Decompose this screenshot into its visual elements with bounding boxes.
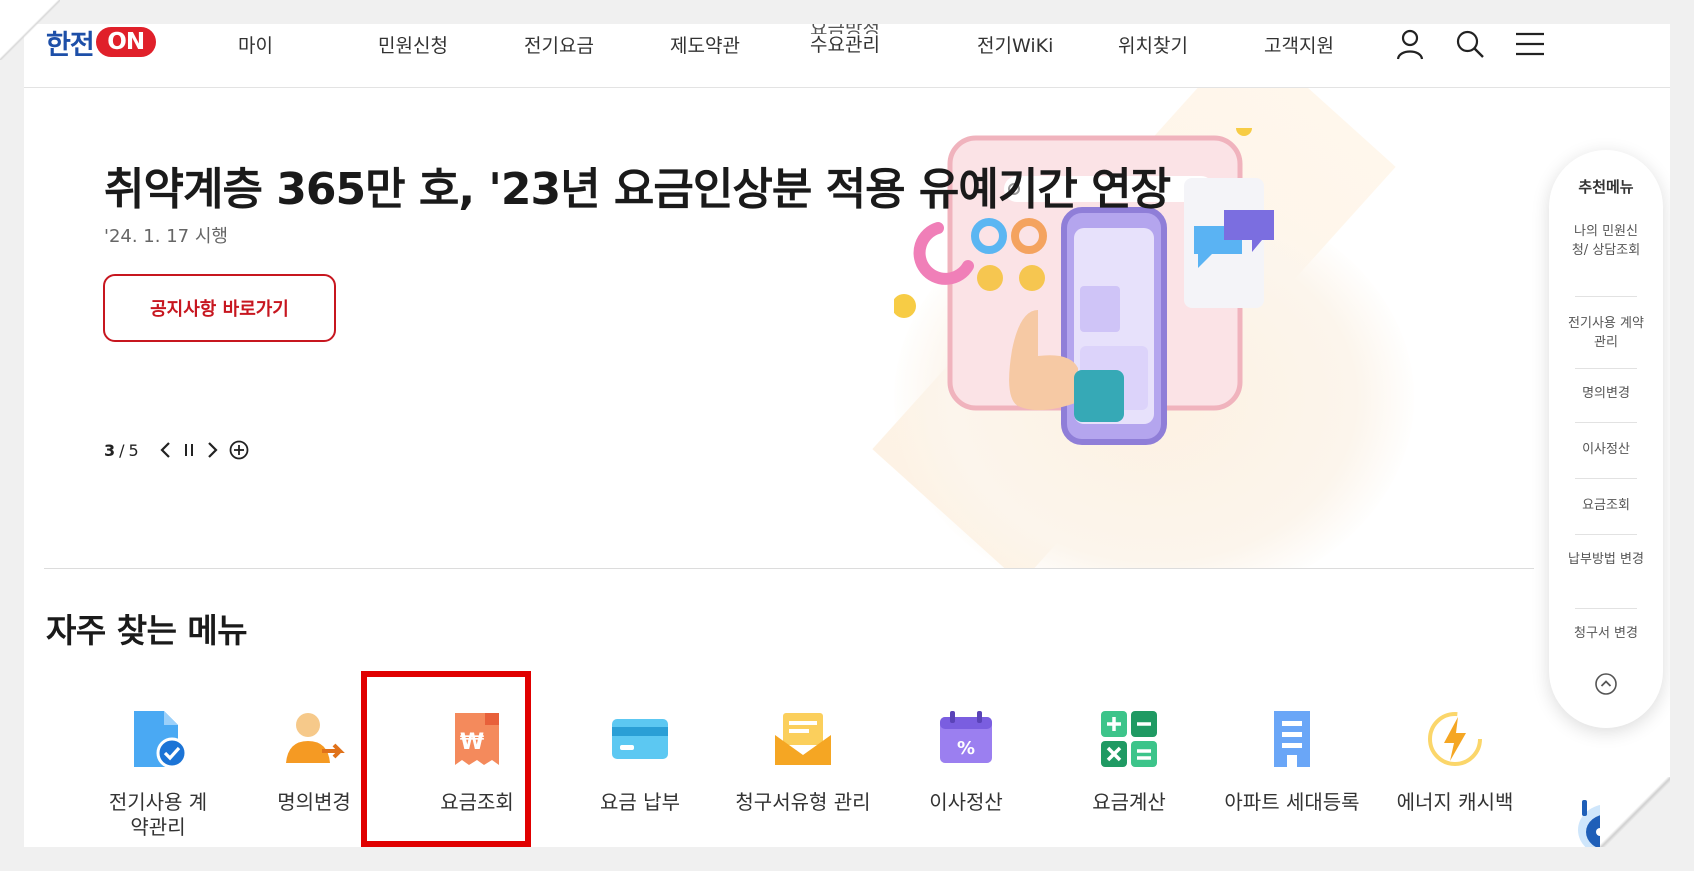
selection-highlight-box: [361, 671, 531, 847]
svg-text:%: %: [957, 738, 975, 759]
menu-bill-calculation[interactable]: 요금계산: [1049, 704, 1209, 815]
menu-label-text: 요금 납부: [600, 790, 680, 814]
nav-demand-management[interactable]: 요금방정 수요관리: [810, 24, 880, 56]
rail-divider: [1575, 422, 1637, 423]
menu-label-text: 아파트 세대등록: [1224, 790, 1360, 814]
page-corner-fold: [0, 0, 60, 60]
nav-my[interactable]: 마이: [238, 24, 273, 64]
chevron-up-circle-icon[interactable]: [1594, 672, 1618, 696]
nav-stack-bottom: 수요관리: [810, 34, 880, 56]
section-divider: [44, 568, 1534, 569]
rail-divider: [1575, 608, 1637, 609]
recommended-menu-rail: 추천메뉴 나의 민원신청/ 상담조회 전기사용 계약관리 명의변경 이사정산 요…: [1549, 150, 1663, 728]
pager-total: 5: [128, 440, 139, 460]
menu-label-text: 전기사용 계약관리: [108, 790, 208, 839]
nav-terms[interactable]: 제도약관: [670, 24, 740, 64]
menu-apartment-registration[interactable]: 아파트 세대등록: [1212, 704, 1372, 815]
envelope-icon: [768, 704, 838, 774]
menu-moving-settlement[interactable]: % 이사정산: [886, 704, 1046, 815]
frequent-menu-title: 자주 찾는 메뉴: [46, 611, 248, 650]
rail-item-moving[interactable]: 이사정산: [1567, 440, 1645, 459]
chevron-left-icon[interactable]: [157, 440, 173, 460]
pager-separator: /: [119, 440, 125, 460]
rail-divider: [1575, 478, 1637, 479]
pause-icon[interactable]: [181, 440, 197, 460]
logo-on-badge: ON: [95, 27, 156, 57]
page: 한전 ON 마이 민원신청 전기요금 제도약관 요금방정 수요관리 전기WiKi…: [24, 24, 1670, 847]
calculator-icon: [1094, 704, 1164, 774]
nav-electric-bill[interactable]: 전기요금: [524, 24, 594, 64]
menu-label-text: 청구서유형 관리: [735, 790, 871, 814]
hero-banner: 취약계층 365만 호, '23년 요금인상분 적용 유예기간 연장 '24. …: [24, 88, 1670, 568]
rail-item-contract[interactable]: 전기사용 계약관리: [1567, 314, 1645, 352]
page-corner-fold: [1600, 777, 1670, 847]
nav-location[interactable]: 위치찾기: [1118, 24, 1188, 64]
notice-shortcut-button[interactable]: 공지사항 바로가기: [103, 274, 336, 342]
rail-item-name-change[interactable]: 명의변경: [1567, 384, 1645, 403]
rail-item-bill-change[interactable]: 청구서 변경: [1567, 624, 1645, 643]
menu-label-text: 에너지 캐시백: [1396, 790, 1514, 814]
pager-current: 3: [104, 440, 116, 460]
nav-civil-request[interactable]: 민원신청: [378, 24, 448, 64]
hamburger-menu-icon[interactable]: [1510, 24, 1550, 64]
top-header: 한전 ON 마이 민원신청 전기요금 제도약관 요금방정 수요관리 전기WiKi…: [24, 24, 1670, 88]
nav-wiki[interactable]: 전기WiKi: [977, 24, 1053, 64]
document-check-icon: [123, 704, 193, 774]
rail-item-bill[interactable]: 요금조회: [1567, 496, 1645, 515]
menu-bill-type[interactable]: 청구서유형 관리: [723, 704, 883, 815]
person-transfer-icon: [279, 704, 349, 774]
rail-divider: [1575, 368, 1637, 369]
hero-title: 취약계층 365만 호, '23년 요금인상분 적용 유예기간 연장: [104, 164, 1171, 215]
building-icon: [1257, 704, 1327, 774]
kepco-on-logo[interactable]: 한전 ON: [46, 24, 156, 62]
energy-bolt-icon: [1420, 704, 1490, 774]
nav-support[interactable]: 고객지원: [1264, 24, 1334, 64]
rail-divider: [1575, 534, 1637, 535]
chevron-right-icon[interactable]: [205, 440, 221, 460]
rail-title: 추천메뉴: [1578, 178, 1634, 196]
plus-circle-icon[interactable]: [229, 440, 249, 460]
menu-label-text: 요금계산: [1092, 790, 1166, 814]
calendar-percent-icon: %: [931, 704, 1001, 774]
menu-label-text: 이사정산: [929, 790, 1003, 814]
rail-item-my-request[interactable]: 나의 민원신청/ 상담조회: [1567, 222, 1645, 260]
menu-energy-cashback[interactable]: 에너지 캐시백: [1375, 704, 1535, 815]
menu-bill-payment[interactable]: 요금 납부: [560, 704, 720, 815]
search-icon[interactable]: [1450, 24, 1490, 64]
credit-card-icon: [605, 704, 675, 774]
nav-stack-top: 요금방정: [810, 24, 880, 34]
menu-label: 전기사용 계약관리: [78, 790, 238, 840]
banner-pager: 3 / 5: [104, 438, 249, 462]
rail-divider: [1575, 296, 1637, 297]
user-icon[interactable]: [1390, 24, 1430, 64]
rail-item-payment-method[interactable]: 납부방법 변경: [1567, 550, 1645, 569]
hero-date: '24. 1. 17 시행: [104, 226, 228, 247]
menu-contract-management[interactable]: 전기사용 계약관리: [78, 704, 238, 840]
